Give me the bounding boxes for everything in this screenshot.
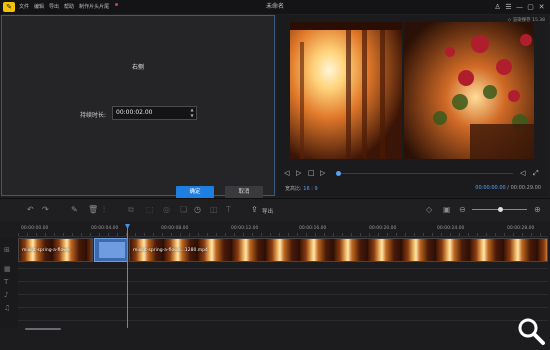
video-clip[interactable]: mixkit-spring-a-flowe bbox=[18, 238, 93, 262]
preview-frame-image bbox=[290, 22, 534, 159]
freeze-icon[interactable]: ❏ bbox=[180, 205, 187, 215]
progress-knob[interactable] bbox=[336, 171, 341, 176]
video-preview[interactable] bbox=[290, 22, 534, 159]
menu-export[interactable]: 导出 bbox=[49, 0, 59, 14]
music-track[interactable] bbox=[18, 294, 548, 295]
ruler-label: 00:00:28.00 bbox=[507, 226, 535, 231]
account-icon[interactable]: ♙ bbox=[492, 3, 503, 11]
clip-label: mixkit-spring-a-flowe bbox=[22, 248, 70, 253]
transition-settings-panel: 右侧 持续时长: 00:00:02.00 ▲ ▼ 确定 取消 bbox=[1, 15, 275, 199]
timeline-toolbar: ↶ ↷ ✎ 🗑 ⫶ ⧉ ⬚ ◎ ❏ ◷ ◫ T ⇪ 导出 ◇ ▣ ⊖ ⊕ bbox=[0, 200, 550, 221]
mute-icon[interactable]: ◫ bbox=[210, 205, 218, 215]
menu-help[interactable]: 帮助 bbox=[64, 0, 74, 14]
current-time: 00:00:00.00 bbox=[475, 185, 506, 191]
mask-icon[interactable]: ◎ bbox=[163, 205, 170, 215]
music-track-icon[interactable]: ♪ bbox=[4, 291, 8, 299]
new-badge-dot bbox=[115, 3, 119, 6]
menu-bar: 文件 编辑 导出 帮助 制作片头片尾 bbox=[19, 0, 128, 14]
text-icon[interactable]: T bbox=[226, 205, 231, 215]
audio-track[interactable] bbox=[18, 307, 548, 308]
title-bar: ✎ 文件 编辑 导出 帮助 制作片头片尾 未命名 ♙ ☰ — ▢ ✕ bbox=[0, 0, 550, 14]
fullscreen-icon[interactable]: ⤢ bbox=[533, 167, 539, 179]
duration-value: 00:00:02.00 bbox=[116, 109, 153, 116]
search-icon[interactable] bbox=[516, 316, 546, 346]
menu-icon[interactable]: ☰ bbox=[503, 3, 514, 11]
ruler-label: 00:00:00.00 bbox=[21, 226, 49, 231]
menu-file[interactable]: 文件 bbox=[19, 0, 29, 14]
transition-block[interactable] bbox=[94, 238, 128, 262]
video-track[interactable]: mixkit-spring-a-flowe mixkit-spring-a-fl… bbox=[18, 238, 548, 262]
zoom-out-icon[interactable]: ⊖ bbox=[459, 205, 466, 215]
preview-panel: ◇ 渲染保存 15.38 ◁ ▷ □ ▷ ◁ ⤢ 宽高比: 16: 9 00:… bbox=[277, 15, 549, 196]
menu-edit[interactable]: 编辑 bbox=[34, 0, 44, 14]
track-headers: ⊞ ▦ T ♪ ♫ bbox=[0, 238, 18, 328]
edit-icon[interactable]: ✎ bbox=[71, 205, 78, 215]
export-icon[interactable]: ⇪ bbox=[251, 205, 258, 215]
marker-icon[interactable]: ◇ bbox=[426, 205, 432, 215]
stop-icon[interactable]: □ bbox=[308, 167, 315, 179]
text-track-icon[interactable]: T bbox=[4, 278, 8, 286]
ruler-label: 00:00:08.00 bbox=[161, 226, 189, 231]
crop-icon[interactable]: ⧉ bbox=[128, 205, 134, 215]
app-logo-icon: ✎ bbox=[3, 2, 15, 12]
duration-icon[interactable]: ◷ bbox=[194, 205, 201, 215]
volume-icon[interactable]: ◁ bbox=[520, 167, 525, 179]
aspect-ratio[interactable]: 宽高比: 16 : 9 bbox=[285, 185, 318, 192]
aspect-value: 16 : 9 bbox=[303, 186, 318, 192]
zoom-in-icon[interactable]: ⊕ bbox=[534, 205, 541, 215]
total-time: 00:00:29.00 bbox=[510, 185, 541, 191]
play-icon[interactable]: ▷ bbox=[296, 167, 301, 179]
timecode: 00:00:00.00 / 00:00:29.00 bbox=[475, 185, 541, 191]
maximize-button[interactable]: ▢ bbox=[525, 3, 536, 11]
menu-intro-outro-label: 制作片头片尾 bbox=[79, 4, 110, 10]
split-icon[interactable]: ⫶ bbox=[103, 205, 105, 215]
ruler-ticks bbox=[18, 233, 548, 237]
text-track[interactable] bbox=[18, 281, 548, 282]
zoom-knob[interactable] bbox=[497, 207, 503, 212]
next-frame-icon[interactable]: ▷ bbox=[320, 167, 325, 179]
aspect-label: 宽高比: bbox=[285, 186, 302, 192]
snapshot-icon[interactable]: ▣ bbox=[443, 205, 451, 215]
redo-icon[interactable]: ↷ bbox=[42, 205, 49, 215]
duration-stepper[interactable]: ▲ ▼ bbox=[189, 107, 195, 119]
track-divider bbox=[18, 320, 548, 321]
close-button[interactable]: ✕ bbox=[536, 3, 547, 11]
time-separator: / bbox=[507, 185, 509, 191]
app-window: ✎ 文件 编辑 导出 帮助 制作片头片尾 未命名 ♙ ☰ — ▢ ✕ 右侧 持续… bbox=[0, 0, 550, 350]
clip-label: mixkit-spring-a-flowe...1280.mp4 bbox=[133, 248, 208, 253]
image-track-icon[interactable]: ▦ bbox=[4, 265, 11, 273]
undo-icon[interactable]: ↶ bbox=[27, 205, 34, 215]
ruler-label: 00:00:20.00 bbox=[369, 226, 397, 231]
panel-divider[interactable] bbox=[0, 198, 550, 199]
ruler-label: 00:00:04.00 bbox=[91, 226, 119, 231]
export-label[interactable]: 导出 bbox=[262, 207, 273, 215]
zoom-slider[interactable] bbox=[472, 207, 527, 212]
video-track-icon[interactable]: ⊞ bbox=[4, 246, 10, 254]
prev-frame-icon[interactable]: ◁ bbox=[284, 167, 289, 179]
playback-progress[interactable] bbox=[336, 171, 513, 176]
image-track[interactable] bbox=[18, 268, 548, 269]
video-clip[interactable]: mixkit-spring-a-flowe...1280.mp4 bbox=[129, 238, 548, 262]
ruler-label: 00:00:12.00 bbox=[231, 226, 259, 231]
minimize-button[interactable]: — bbox=[514, 3, 525, 11]
ruler-label: 00:00:24.00 bbox=[437, 226, 465, 231]
menu-intro-outro[interactable]: 制作片头片尾 bbox=[79, 0, 123, 14]
duration-label: 持续时长: bbox=[80, 112, 107, 119]
audio-track-icon[interactable]: ♫ bbox=[4, 304, 10, 312]
ruler-label: 00:00:16.00 bbox=[299, 226, 327, 231]
transition-icon bbox=[99, 242, 125, 258]
timeline-scrollbar[interactable] bbox=[25, 328, 61, 330]
playhead[interactable] bbox=[127, 225, 128, 328]
duration-input[interactable]: 00:00:02.00 ▲ ▼ bbox=[112, 106, 197, 120]
window-controls: ♙ ☰ — ▢ ✕ bbox=[492, 0, 547, 14]
delete-icon[interactable]: 🗑 bbox=[88, 205, 98, 215]
dialog-title: 右侧 bbox=[131, 64, 144, 71]
fit-icon[interactable]: ⬚ bbox=[146, 205, 154, 215]
